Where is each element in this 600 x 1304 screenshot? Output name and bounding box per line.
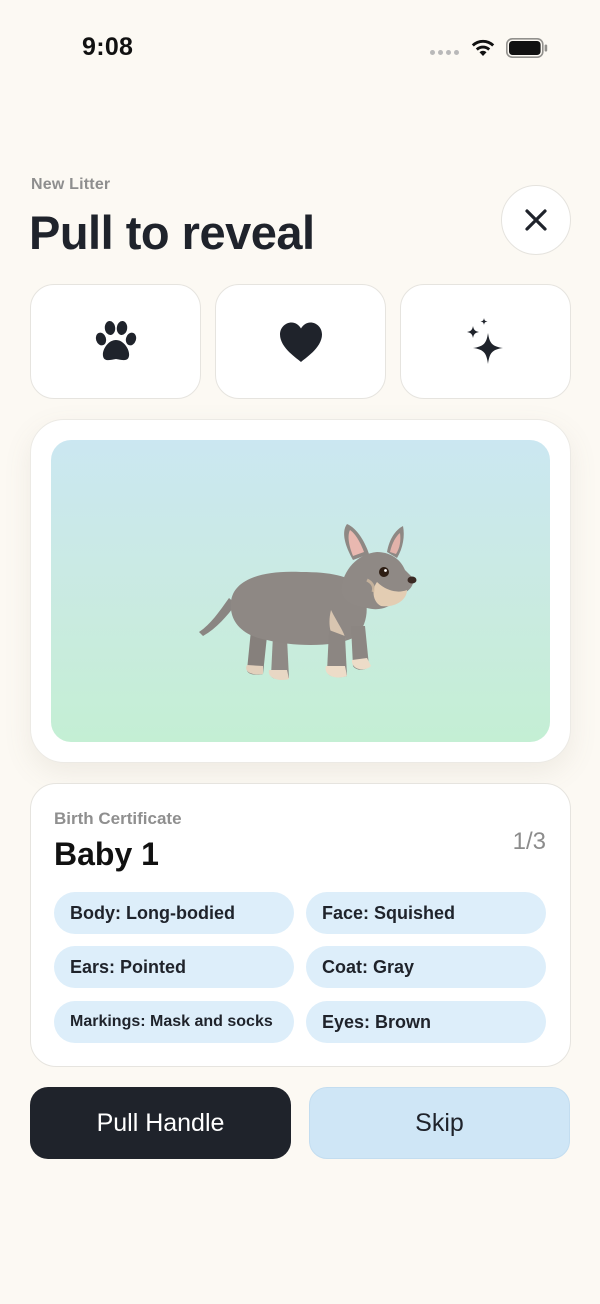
paw-icon	[95, 320, 136, 360]
skip-button[interactable]: Skip	[309, 1087, 570, 1159]
trait-chip-face: Face: Squished	[306, 892, 546, 934]
close-icon	[525, 209, 547, 231]
section-eyebrow: New Litter	[31, 176, 111, 193]
wifi-icon	[471, 39, 495, 56]
cellular-signal-icon	[430, 50, 459, 55]
battery-icon	[506, 38, 548, 58]
litter-counter: 1/3	[512, 828, 546, 855]
trait-chip-ears: Ears: Pointed	[54, 946, 294, 988]
birth-certificate-card: Birth Certificate Baby 1 1/3 Body: Long-…	[30, 783, 571, 1067]
status-time: 9:08	[82, 33, 134, 61]
pull-handle-button[interactable]: Pull Handle	[30, 1087, 291, 1159]
baby-name: Baby 1	[54, 836, 159, 872]
trait-chip-coat: Coat: Gray	[306, 946, 546, 988]
puppy-illustration	[199, 524, 417, 680]
trait-chip-body: Body: Long-bodied	[54, 892, 294, 934]
trait-chip-eyes: Eyes: Brown	[306, 1001, 546, 1043]
page-title: Pull to reveal	[29, 206, 315, 259]
sparkles-icon	[466, 317, 503, 364]
tile-sparkles[interactable]	[400, 284, 571, 399]
close-button[interactable]	[501, 185, 571, 255]
tile-paw[interactable]	[30, 284, 201, 399]
app-screen: 9:08 New Litter Pull to reveal Birth Cer…	[0, 0, 600, 1304]
heart-icon	[279, 322, 322, 362]
reveal-card	[30, 419, 571, 763]
certificate-label: Birth Certificate	[54, 809, 182, 828]
reveal-window	[51, 440, 550, 742]
tile-heart[interactable]	[215, 284, 386, 399]
trait-chip-markings: Markings: Mask and socks	[54, 1001, 294, 1043]
status-bar: 9:08	[0, 0, 600, 96]
